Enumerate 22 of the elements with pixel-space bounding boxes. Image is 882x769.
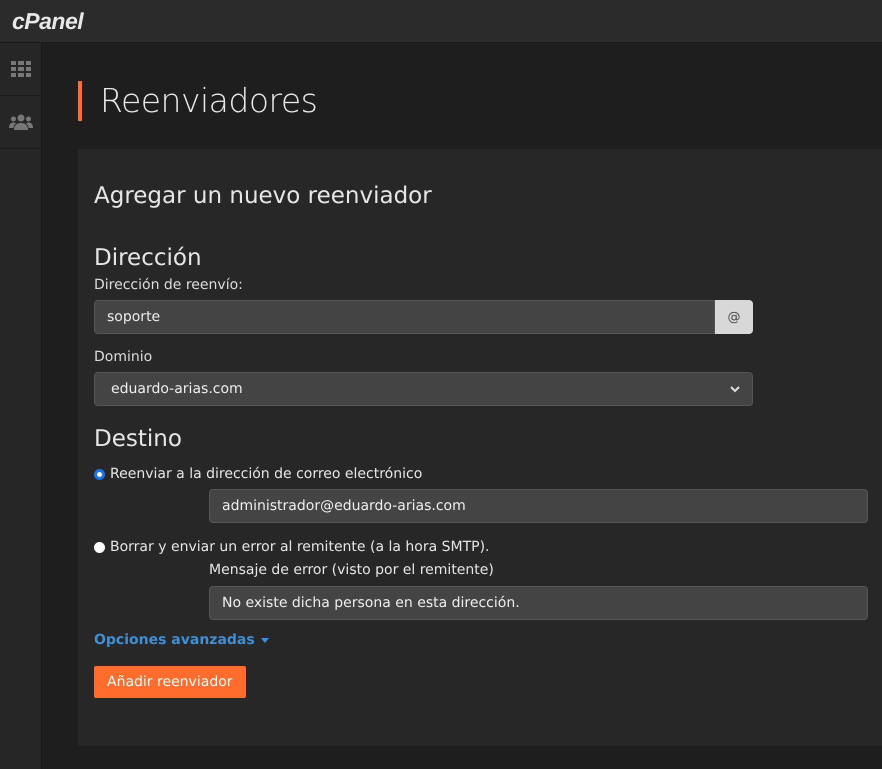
chevron-down-icon [730, 386, 740, 392]
caret-down-icon [260, 638, 269, 642]
section-heading: Destino [94, 426, 183, 452]
advanced-options-link[interactable]: Opciones avanzadas [94, 632, 255, 648]
field-label: Dirección de reenvío: [94, 277, 244, 293]
address-input-field[interactable]: soporte [94, 300, 715, 334]
users-icon [8, 114, 32, 130]
radio-label[interactable]: Reenviar a la dirección de correo electrónico [110, 466, 422, 482]
radio-button[interactable] [94, 468, 105, 480]
field-label: Dominio [94, 349, 154, 365]
error-message-field[interactable]: No existe dicha persona en esta dirección. [209, 586, 868, 620]
at-addon: @ [715, 300, 753, 334]
domain-select[interactable]: eduardo-arias.com [94, 372, 753, 406]
section-heading: Dirección [94, 245, 203, 271]
radio-label[interactable]: Borrar y enviar un error al remitente (a la hora SMTP). [110, 539, 490, 555]
page-title: Reenviadores [78, 81, 882, 121]
radio-button[interactable] [94, 542, 105, 552]
field-label: Mensaje de error (visto por el remitente) [209, 562, 495, 578]
cpanel-logo[interactable]: cPanel [12, 8, 84, 34]
panel-title: Agregar un nuevo reenviador [94, 183, 433, 209]
grid-icon [10, 61, 30, 77]
destination-email-field[interactable]: administrador@eduardo-arias.com [209, 489, 868, 523]
